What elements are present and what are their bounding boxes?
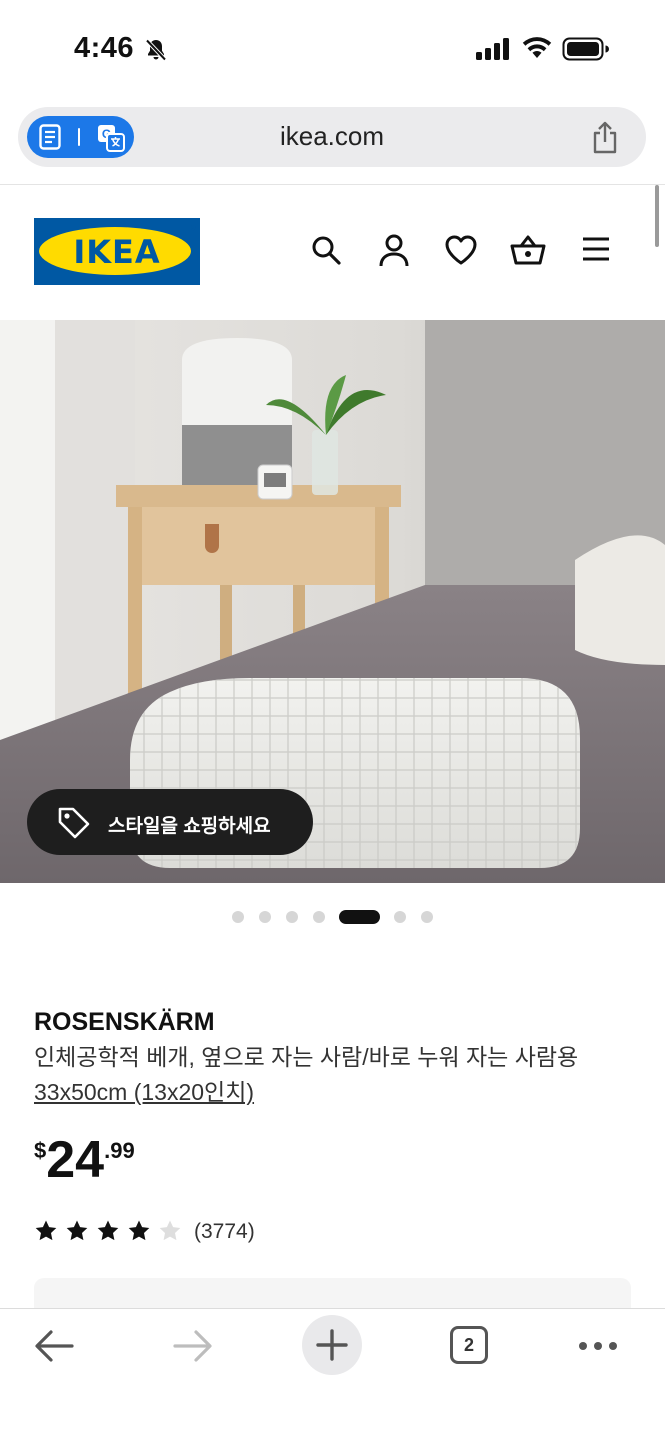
star-icon (97, 1220, 119, 1241)
product-price: $24.99 (34, 1130, 135, 1190)
star-icon (35, 1220, 57, 1241)
shop-the-style-label: 스타일을 쇼핑하세요 (108, 816, 271, 837)
signal-icon (476, 38, 509, 60)
menu-icon[interactable] (581, 234, 611, 264)
price-currency: $ (34, 1138, 47, 1163)
browser-bottom-toolbar: 2 (0, 1308, 665, 1441)
url-text[interactable]: ikea.com (18, 121, 646, 152)
product-size-link[interactable]: 33x50cm (13x20인치) (34, 1079, 254, 1105)
site-header: IKEA ® (0, 186, 665, 318)
star-icon (128, 1220, 150, 1241)
plus-icon (316, 1329, 348, 1361)
account-icon[interactable] (378, 234, 410, 268)
toolbar-divider (0, 184, 665, 185)
carousel-dot[interactable] (232, 911, 244, 923)
review-count[interactable]: (3774) (194, 1220, 255, 1244)
star-icon (66, 1220, 88, 1241)
carousel-dot[interactable] (286, 911, 298, 923)
product-description-text: 인체공학적 베개, 옆으로 자는 사람/바로 누워 자는 사람용 (34, 1044, 579, 1070)
search-icon[interactable] (310, 234, 342, 266)
price-integer: 24 (46, 1131, 105, 1189)
logo-text: IKEA (73, 233, 161, 271)
product-description: 인체공학적 베개, 옆으로 자는 사람/바로 누워 자는 사람용 33x50cm … (34, 1040, 634, 1110)
carousel-dot[interactable] (421, 911, 433, 923)
back-arrow-icon[interactable] (34, 1329, 74, 1363)
battery-icon (562, 37, 609, 61)
logo-registered-mark: ® (189, 223, 196, 233)
ikea-logo[interactable]: IKEA ® (34, 218, 200, 285)
carousel-dot-active[interactable] (339, 910, 380, 924)
more-icon[interactable] (578, 1341, 618, 1351)
product-name[interactable]: ROSENSKÄRM (34, 1008, 215, 1037)
tag-icon (58, 807, 90, 839)
wifi-icon (522, 37, 552, 58)
carousel-dot[interactable] (259, 911, 271, 923)
price-decimal: .99 (104, 1138, 135, 1163)
forward-arrow-icon[interactable] (173, 1329, 213, 1363)
shop-the-style-button[interactable]: 스타일을 쇼핑하세요 (27, 789, 313, 855)
status-time: 4:46 (74, 32, 135, 64)
status-bar: 4:46 (0, 0, 665, 100)
new-tab-button[interactable] (302, 1315, 362, 1375)
address-bar[interactable]: G ikea.com (18, 107, 646, 167)
share-icon[interactable] (590, 121, 620, 155)
heart-icon[interactable] (444, 234, 478, 266)
tabs-icon[interactable]: 2 (450, 1326, 488, 1364)
carousel-dot[interactable] (313, 911, 325, 923)
star-icon (159, 1220, 181, 1241)
carousel-indicator (0, 906, 665, 928)
basket-icon[interactable] (510, 234, 546, 266)
carousel-dot[interactable] (394, 911, 406, 923)
bell-slash-icon (145, 39, 167, 61)
